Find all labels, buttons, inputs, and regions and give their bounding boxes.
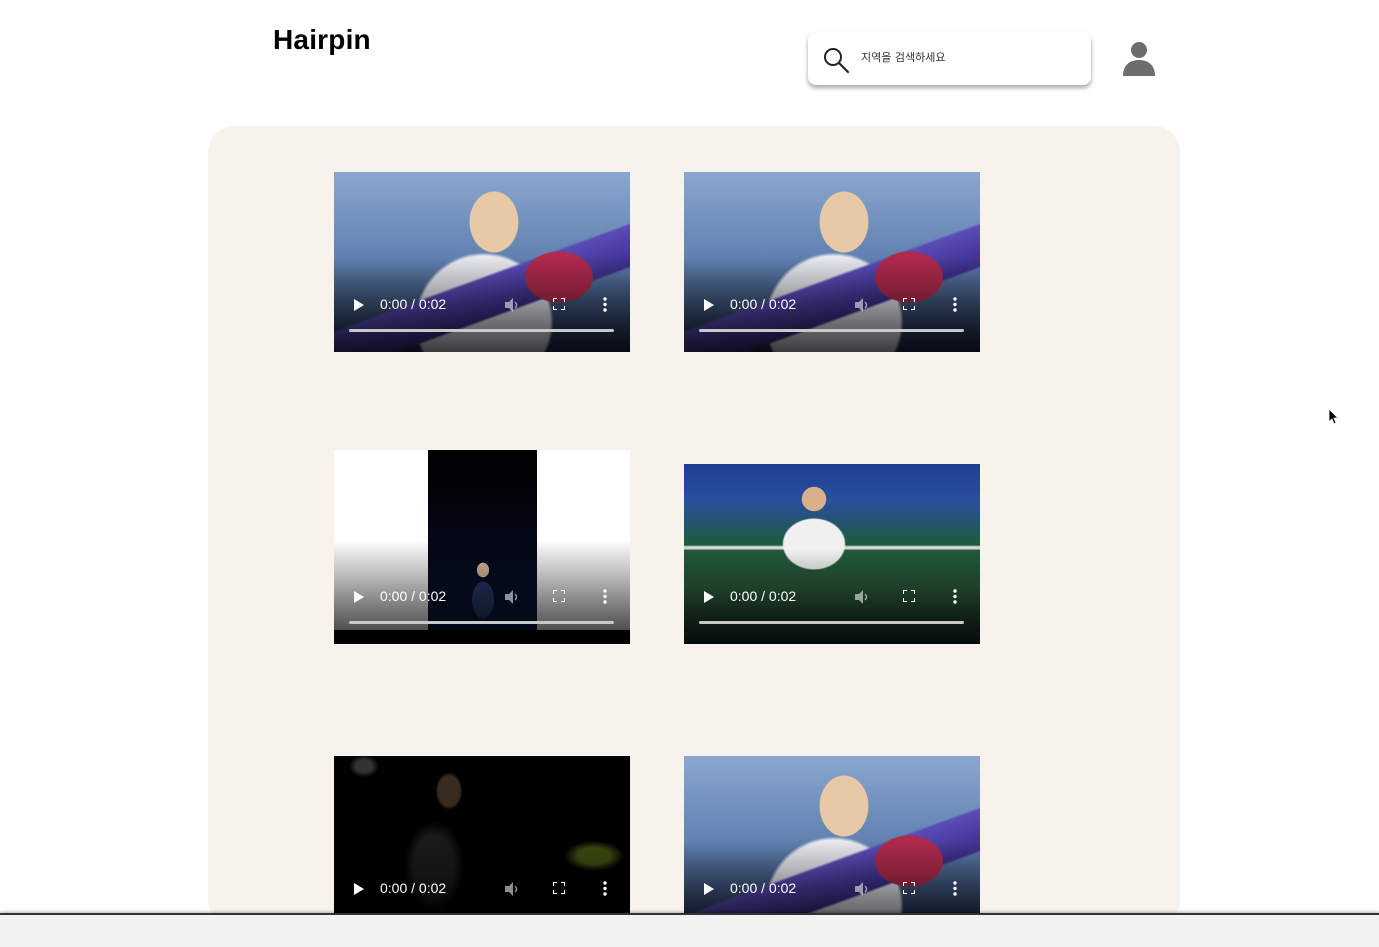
bottom-bar <box>0 913 1379 947</box>
more-options-icon[interactable] <box>603 881 607 896</box>
fullscreen-icon[interactable] <box>553 590 565 602</box>
volume-icon[interactable] <box>504 881 520 897</box>
video-player[interactable]: 0:00 / 0:02 <box>684 756 980 936</box>
more-options-icon[interactable] <box>953 589 957 604</box>
volume-icon[interactable] <box>504 589 520 605</box>
fullscreen-icon[interactable] <box>903 882 915 894</box>
fullscreen-icon[interactable] <box>903 590 915 602</box>
play-icon[interactable] <box>354 299 364 311</box>
user-icon[interactable] <box>1121 40 1157 76</box>
search-input[interactable]: 지역을 검색하세요 <box>861 49 945 65</box>
site-logo[interactable]: Hairpin <box>273 24 371 56</box>
controls-overlay <box>684 549 980 644</box>
fullscreen-icon[interactable] <box>553 298 565 310</box>
fullscreen-icon[interactable] <box>553 882 565 894</box>
video-player[interactable]: 0:00 / 0:02 <box>684 172 980 352</box>
fullscreen-icon[interactable] <box>903 298 915 310</box>
volume-icon[interactable] <box>854 881 870 897</box>
controls-overlay <box>334 257 630 352</box>
play-icon[interactable] <box>704 883 714 895</box>
volume-icon[interactable] <box>854 297 870 313</box>
video-time: 0:00 / 0:02 <box>730 880 797 896</box>
video-player[interactable]: 0:00 / 0:02 <box>334 756 630 936</box>
play-icon[interactable] <box>704 299 714 311</box>
controls-overlay <box>684 257 980 352</box>
mouse-cursor-icon <box>1329 409 1339 425</box>
video-player[interactable]: 0:00 / 0:02 <box>684 464 980 644</box>
more-options-icon[interactable] <box>603 589 607 604</box>
video-time: 0:00 / 0:02 <box>380 296 447 312</box>
search-bar[interactable] <box>808 32 1091 85</box>
search-icon[interactable] <box>822 46 850 74</box>
play-icon[interactable] <box>354 883 364 895</box>
play-icon[interactable] <box>704 591 714 603</box>
seek-bar[interactable] <box>349 621 614 624</box>
video-time: 0:00 / 0:02 <box>380 880 447 896</box>
more-options-icon[interactable] <box>953 297 957 312</box>
seek-bar[interactable] <box>699 621 964 624</box>
seek-bar[interactable] <box>349 329 614 332</box>
more-options-icon[interactable] <box>603 297 607 312</box>
video-player[interactable]: 0:00 / 0:02 <box>334 172 630 352</box>
volume-icon[interactable] <box>854 589 870 605</box>
play-icon[interactable] <box>354 591 364 603</box>
video-time: 0:00 / 0:02 <box>730 588 797 604</box>
volume-icon[interactable] <box>504 297 520 313</box>
video-time: 0:00 / 0:02 <box>380 588 447 604</box>
video-time: 0:00 / 0:02 <box>730 296 797 312</box>
video-player[interactable]: 0:00 / 0:02 <box>334 450 630 644</box>
more-options-icon[interactable] <box>953 881 957 896</box>
seek-bar[interactable] <box>699 329 964 332</box>
